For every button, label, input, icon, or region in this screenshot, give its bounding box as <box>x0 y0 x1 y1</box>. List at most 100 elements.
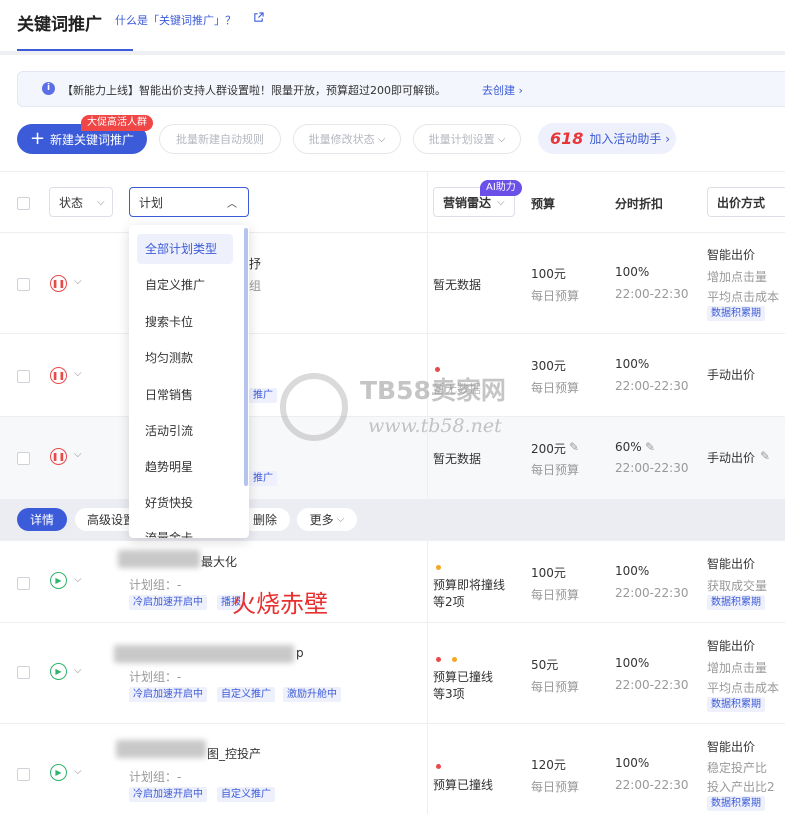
batch-status-label: 批量修改状态 <box>308 133 375 146</box>
discount-time: 22:00-22:30 <box>615 678 689 692</box>
ai-assist-badge: AI助力 <box>480 180 522 196</box>
plan-name[interactable]: p <box>296 646 304 660</box>
chevron-down-icon: ⌵ <box>97 196 105 208</box>
plan-group: 组 <box>249 279 262 293</box>
help-link[interactable]: 什么是「关键词推广」？ <box>115 12 236 28</box>
blurred-plan-name <box>114 645 294 663</box>
row-divider <box>0 333 785 334</box>
watermark-site-name: TB58卖家网 <box>360 376 506 405</box>
orange-status-dot <box>452 657 457 662</box>
dropdown-option[interactable]: 自定义推广 <box>137 270 233 300</box>
row-checkbox[interactable] <box>17 370 30 383</box>
plan-type-dropdown: 全部计划类型 自定义推广 搜索卡位 均匀测款 日常销售 活动引流 趋势明星 好货… <box>129 225 249 538</box>
chevron-down-icon[interactable]: ⌵ <box>74 276 82 287</box>
detail-button[interactable]: 详情 <box>17 508 67 531</box>
chevron-down-icon: ⌵ <box>497 196 505 208</box>
budget-sub: 每日预算 <box>531 289 580 303</box>
budget-sub: 每日预算 <box>531 381 580 395</box>
budget-value: 100元 <box>531 566 566 580</box>
edit-pencil-icon[interactable]: ✎ <box>645 440 655 454</box>
budget-sub: 每日预算 <box>531 588 580 602</box>
plan-filter-select[interactable]: 计划 ︿ <box>129 187 249 217</box>
chevron-down-icon: ⌵ <box>333 514 345 525</box>
play-icon[interactable]: ▶ <box>50 572 67 589</box>
edit-pencil-icon[interactable]: ✎ <box>760 449 770 463</box>
plan-tag: 推广 <box>249 388 277 403</box>
dropdown-option[interactable]: 好货快投 <box>137 488 233 518</box>
plan-tag: 激励升舱中 <box>283 687 341 702</box>
discount-time: 22:00-22:30 <box>615 586 689 600</box>
plan-group: 计划组：- <box>129 578 182 592</box>
row-checkbox[interactable] <box>17 278 30 291</box>
select-all-checkbox[interactable] <box>17 197 30 210</box>
status-filter-select[interactable]: 状态 ⌵ <box>49 187 113 217</box>
batch-status-button[interactable]: 批量修改状态 ⌵ <box>293 124 401 154</box>
dropdown-option[interactable]: 日常销售 <box>137 380 233 410</box>
chevron-down-icon[interactable]: ⌵ <box>74 574 82 585</box>
chevron-down-icon[interactable]: ⌵ <box>74 665 82 676</box>
notice-create-link[interactable]: 去创建 › <box>482 82 523 98</box>
chevron-down-icon[interactable]: ⌵ <box>74 449 82 460</box>
budget-value: 300元 <box>531 359 566 373</box>
external-link-icon[interactable] <box>253 12 264 23</box>
info-icon: i <box>42 82 55 95</box>
dropdown-option[interactable]: 搜索卡位 <box>137 307 233 337</box>
bid-method: 手动出价 <box>707 368 756 382</box>
dropdown-option[interactable]: 活动引流 <box>137 416 233 446</box>
dropdown-option[interactable]: 均匀测款 <box>137 343 233 373</box>
discount-time: 22:00-22:30 <box>615 379 689 393</box>
play-icon[interactable]: ▶ <box>50 663 67 680</box>
row-checkbox[interactable] <box>17 666 30 679</box>
watermark-url: www.tb58.net <box>368 415 502 437</box>
plan-tag: 自定义推广 <box>217 687 275 702</box>
bid-goal: 增加点击量 <box>707 661 768 675</box>
table-top-border <box>0 171 785 172</box>
batch-plan-label: 批量计划设置 <box>428 133 495 146</box>
chevron-down-icon[interactable]: ⌵ <box>74 368 82 379</box>
play-icon[interactable]: ▶ <box>50 764 67 781</box>
budget-sub: 每日预算 <box>531 463 580 477</box>
batch-new-rule-button[interactable]: 批量新建自动规则 <box>159 124 281 154</box>
data-accumulation-tag: 数据积累期 <box>707 595 765 610</box>
plan-tag: 冷启加速开启中 <box>129 687 207 702</box>
more-button[interactable]: 更多 ⌵ <box>297 508 357 531</box>
edit-pencil-icon[interactable]: ✎ <box>569 440 579 454</box>
chevron-down-icon[interactable]: ⌵ <box>74 766 82 777</box>
radar-value: 预算已撞线 <box>433 778 494 792</box>
radar-more: 等2项 <box>433 595 465 609</box>
chevron-right-icon: › <box>661 131 671 146</box>
bid-method-filter-select[interactable]: 出价方式 <box>707 187 785 217</box>
plan-name[interactable]: 抒 <box>249 255 261 272</box>
pause-icon[interactable]: ❚❚ <box>50 275 67 292</box>
row-divider <box>0 540 785 541</box>
plan-name[interactable]: 最大化 <box>201 553 237 570</box>
row-checkbox[interactable] <box>17 577 30 590</box>
plan-tag: 推广 <box>249 471 277 486</box>
activity-assistant-button[interactable]: 618 加入活动助手 › <box>538 123 676 154</box>
radar-value: 预算即将撞线 <box>433 578 506 592</box>
batch-plan-button[interactable]: 批量计划设置 ⌵ <box>413 124 521 154</box>
batch-rule-label: 批量新建自动规则 <box>176 133 264 146</box>
discount-value: 100% <box>615 357 650 371</box>
dropdown-option[interactable]: 全部计划类型 <box>137 234 233 264</box>
plan-name[interactable]: 图_控投产 <box>207 745 261 762</box>
chevron-down-icon: ⌵ <box>374 133 386 145</box>
chevron-down-icon: ⌵ <box>494 133 506 145</box>
dropdown-option[interactable]: 流量金卡 <box>137 523 233 538</box>
budget-header: 预算 <box>531 197 556 211</box>
discount-time: 22:00-22:30 <box>615 461 689 475</box>
data-accumulation-tag: 数据积累期 <box>707 306 765 321</box>
data-accumulation-tag: 数据积累期 <box>707 796 765 811</box>
dropdown-scrollbar[interactable] <box>244 228 248 486</box>
pause-icon[interactable]: ❚❚ <box>50 367 67 384</box>
bid-goal: 获取成交量 <box>707 579 768 593</box>
radar-value: 暂无数据 <box>433 452 482 466</box>
dropdown-option[interactable]: 趋势明星 <box>137 452 233 482</box>
new-button-label: 新建关键词推广 <box>50 132 135 147</box>
more-label: 更多 <box>309 513 334 527</box>
row-checkbox[interactable] <box>17 768 30 781</box>
pause-icon[interactable]: ❚❚ <box>50 448 67 465</box>
discount-value: 60% <box>615 440 642 454</box>
row-checkbox[interactable] <box>17 452 30 465</box>
discount-value: 100% <box>615 564 650 578</box>
